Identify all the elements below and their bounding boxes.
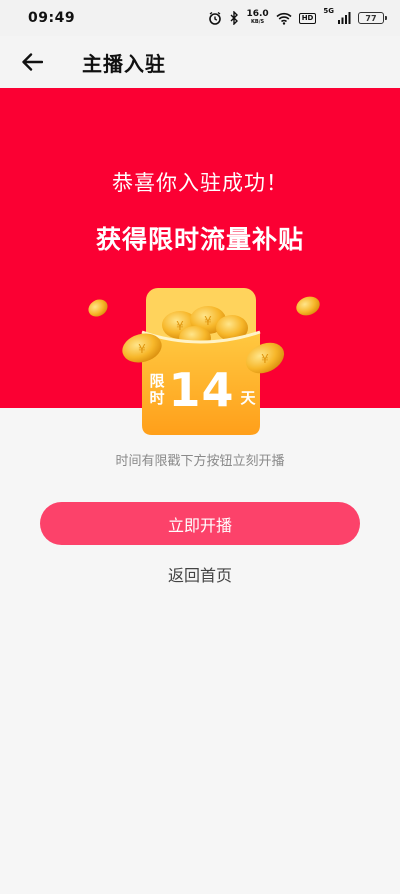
wifi-icon (276, 11, 292, 25)
status-time: 09:49 (28, 10, 76, 26)
status-bar: 09:49 16.0 KB/S HD 5G 77 (0, 0, 400, 36)
hero-reward-text: 获得限时流量补贴 (95, 225, 304, 254)
signal-icon (338, 11, 351, 25)
svg-text:¥: ¥ (261, 352, 269, 366)
envelope-limited-label: 限 时 (149, 372, 165, 407)
network-type: 5G (323, 7, 334, 15)
envelope-days-unit: 天 (240, 388, 256, 407)
status-icons: 16.0 KB/S HD 5G 77 (208, 7, 387, 26)
envelope-days-number: 14 (168, 363, 235, 417)
page-title: 主播入驻 (82, 51, 166, 76)
back-button[interactable] (0, 36, 64, 88)
alarm-icon (208, 11, 222, 25)
svg-text:¥: ¥ (138, 342, 146, 356)
hd-badge: HD (298, 12, 317, 24)
svg-text:¥: ¥ (204, 314, 212, 328)
bluetooth-icon (229, 11, 239, 25)
envelope-label: 限 时 14 天 (145, 360, 260, 420)
back-to-home-link[interactable]: 返回首页 (0, 562, 400, 586)
hero-congrats-text: 恭喜你入驻成功！ (112, 171, 288, 195)
arrow-left-icon (22, 53, 43, 71)
start-live-button[interactable]: 立即开播 (40, 502, 360, 545)
reward-envelope: ¥ ¥ ¥ ¥ 限 时 14 天 (80, 280, 320, 445)
network-speed: 16.0 KB/S (246, 9, 269, 26)
hint-text: 时间有限戳下方按钮立刻开播 (115, 454, 285, 469)
battery-icon: 77 (358, 12, 387, 24)
app-bar: 主播入驻 (0, 36, 400, 88)
svg-text:¥: ¥ (176, 319, 184, 333)
